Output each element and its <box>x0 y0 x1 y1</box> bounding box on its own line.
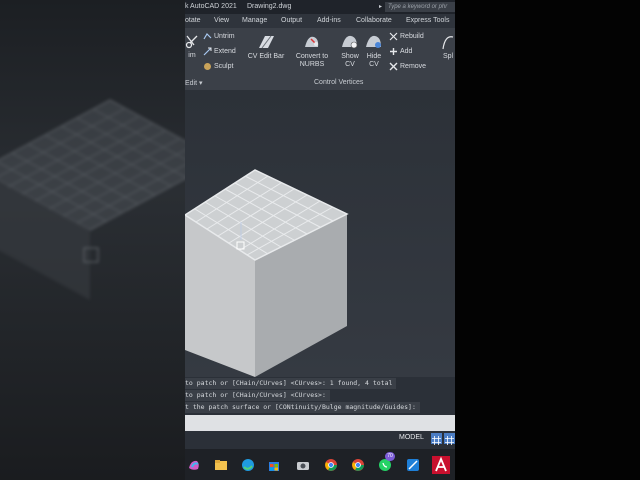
sculpt-button[interactable]: Sculpt <box>203 62 233 71</box>
grid-icon <box>432 436 441 445</box>
document-title: Drawing2.dwg <box>247 3 292 10</box>
edit-panel-label[interactable]: Edit ▾ <box>185 79 203 87</box>
autocad-window: k AutoCAD 2021 Drawing2.dwg ▸ Type a key… <box>185 0 455 480</box>
hide-cv-label-line1: Hide <box>366 53 382 60</box>
edge-browser-icon[interactable] <box>241 458 255 472</box>
surface-cube-model[interactable] <box>185 90 455 377</box>
command-line-input[interactable] <box>185 415 455 431</box>
snap-icon <box>445 436 454 445</box>
extend-button[interactable]: Extend <box>203 47 236 56</box>
untrim-label: Untrim <box>214 33 235 40</box>
tab-annotate[interactable]: otate <box>185 17 201 24</box>
convert-to-nurbs-button[interactable]: Convert to NURBS <box>293 33 331 69</box>
tab-manage[interactable]: Manage <box>242 17 267 24</box>
sculpt-label: Sculpt <box>214 63 234 70</box>
command-history-line-2: to patch or [CHain/CUrves] <CUrves>: <box>185 390 330 401</box>
add-label: Add <box>400 48 413 55</box>
remove-icon <box>389 62 398 71</box>
chrome-browser-icon[interactable] <box>324 458 338 472</box>
ribbon-panel: im Untrim Extend Sculpt Edit ▾ CV Edit B… <box>185 28 455 91</box>
remove-label: Remove <box>400 63 427 70</box>
snap-toggle-icon[interactable] <box>444 433 455 445</box>
untrim-icon <box>203 33 212 40</box>
cv-edit-bar-icon <box>259 35 274 49</box>
black-background-right <box>455 0 640 480</box>
sketch-app-icon[interactable] <box>406 458 420 472</box>
ribbon-tabs: otate View Manage Output Add-ins Collabo… <box>185 14 455 28</box>
camera-icon[interactable] <box>296 458 310 472</box>
control-vertices-panel-label[interactable]: Control Vertices <box>314 79 363 86</box>
grid-toggle-icon[interactable] <box>431 433 442 445</box>
show-cv-label-line1: Show <box>341 53 359 60</box>
convert-nurbs-icon <box>305 36 319 47</box>
title-bar: k AutoCAD 2021 Drawing2.dwg ▸ Type a key… <box>185 0 455 14</box>
rebuild-label: Rebuild <box>400 33 424 40</box>
command-history: to patch or [CHain/CUrves] <CUrves>: 1 f… <box>185 377 455 415</box>
microsoft-store-icon[interactable] <box>267 458 281 472</box>
app-title: k AutoCAD 2021 <box>185 3 237 10</box>
tab-express-tools[interactable]: Express Tools <box>406 17 449 24</box>
rebuild-icon <box>389 32 398 41</box>
extend-label: Extend <box>214 48 236 55</box>
spline-button[interactable]: Spl <box>441 33 455 61</box>
sculpt-icon <box>204 63 211 70</box>
cv-edit-bar-label: CV Edit Bar <box>247 53 285 60</box>
trim-label: im <box>188 52 196 59</box>
whatsapp-notification-badge: 70 <box>385 452 395 461</box>
tab-view[interactable]: View <box>214 17 229 24</box>
file-explorer-icon[interactable] <box>214 458 228 472</box>
command-history-line-3: t the patch surface or [CONtinuity/Bulge… <box>185 402 420 413</box>
show-cv-button[interactable]: Show CV <box>339 33 361 69</box>
add-icon <box>390 48 397 55</box>
show-cv-icon <box>342 35 358 49</box>
convert-label-line1: Convert to <box>295 53 329 60</box>
hide-cv-button[interactable]: Hide CV <box>363 33 385 69</box>
model-space-button[interactable]: MODEL <box>399 434 424 441</box>
command-history-line-1: to patch or [CHain/CUrves] <CUrves>: 1 f… <box>185 378 397 389</box>
show-cv-label-line2: CV <box>345 61 355 68</box>
blurred-grid-surface <box>0 99 186 300</box>
chrome-profile-icon[interactable] <box>351 458 365 472</box>
cv-edit-bar-button[interactable]: CV Edit Bar <box>247 33 285 61</box>
trim-button[interactable]: im <box>185 34 199 60</box>
untrim-button[interactable]: Untrim <box>203 32 235 41</box>
edit-panel-text: Edit <box>185 80 198 87</box>
search-input[interactable]: Type a keyword or phr <box>385 2 455 12</box>
tab-collaborate[interactable]: Collaborate <box>356 17 392 24</box>
scissors-icon <box>185 35 198 49</box>
rebuild-button[interactable]: Rebuild <box>389 32 424 41</box>
hide-cv-label-line2: CV <box>369 61 379 68</box>
hide-cv-icon <box>366 35 381 48</box>
search-arrow-icon[interactable]: ▸ <box>379 3 382 10</box>
extend-icon <box>203 47 212 56</box>
add-cv-button[interactable]: Add <box>389 47 412 56</box>
tab-output[interactable]: Output <box>281 17 302 24</box>
drawing-viewport[interactable] <box>185 90 455 377</box>
blurred-background-left <box>0 0 186 480</box>
spline-icon <box>442 36 454 50</box>
autocad-app-icon[interactable] <box>432 456 450 474</box>
spline-label: Spl <box>442 53 454 60</box>
remove-cv-button[interactable]: Remove <box>389 62 426 71</box>
copilot-icon[interactable] <box>187 458 201 472</box>
tab-add-ins[interactable]: Add-ins <box>317 17 341 24</box>
convert-label-line2: NURBS <box>299 61 325 68</box>
